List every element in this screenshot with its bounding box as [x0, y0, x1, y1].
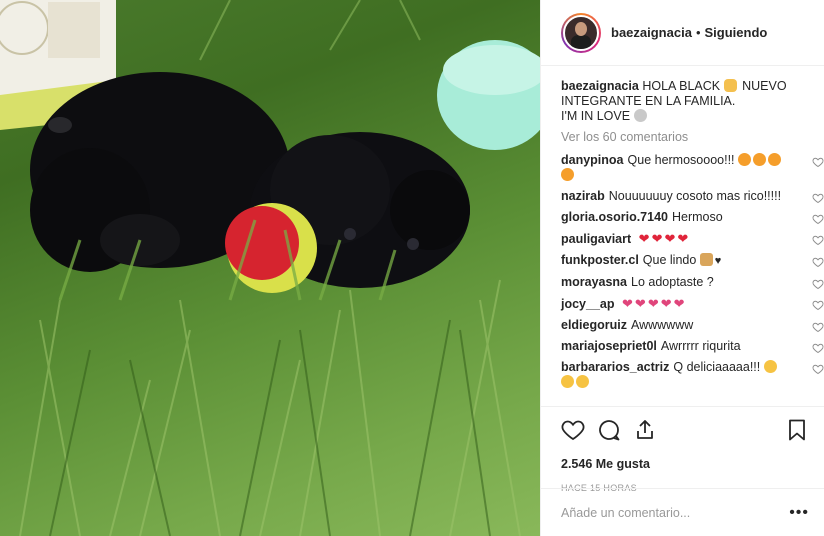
red-heart-emoji: ❤: [651, 231, 663, 246]
comment-text: Lo adoptaste ?: [631, 275, 714, 289]
post-header: baezaignacia • Siguiendo: [541, 0, 824, 66]
comment-row: funkposter.cl Que lindo ♥: [561, 250, 824, 272]
likes-count[interactable]: 2.546 Me gusta: [561, 457, 809, 471]
comment-text: Que hermosoooo!!!: [627, 153, 735, 167]
comment-text: Awrrrrr riqurita: [660, 339, 741, 353]
clapping-hands-emoji: [723, 79, 737, 92]
like-comment-heart-icon[interactable]: [812, 342, 824, 354]
bookmark-icon[interactable]: [785, 418, 809, 442]
comment-username[interactable]: pauligaviart: [561, 232, 631, 246]
share-icon[interactable]: [633, 418, 657, 442]
heart-arrow-emoji: ❤: [673, 296, 685, 311]
heart-arrow-emoji: ❤: [647, 296, 659, 311]
tennis-ball: [225, 203, 317, 293]
like-comment-heart-icon[interactable]: [812, 278, 824, 290]
black-heart-emoji: ♥: [714, 255, 722, 267]
comment-row: pauligaviart ❤ ❤ ❤ ❤: [561, 228, 824, 250]
comment-row: jocy__ap ❤ ❤ ❤ ❤ ❤: [561, 293, 824, 315]
comment-row: nazirab Nouuuuuuy cosoto mas rico!!!!!: [561, 186, 824, 207]
like-comment-heart-icon[interactable]: [812, 321, 824, 333]
like-comment-heart-icon[interactable]: [812, 192, 824, 204]
dog-emoji: [699, 253, 713, 266]
comment-username[interactable]: danypinoa: [561, 153, 624, 167]
cat-heart-eyes-emoji: [753, 153, 767, 166]
comment-text: Q deliciaaaaa!!!: [673, 360, 761, 374]
more-options-icon[interactable]: •••: [789, 504, 809, 522]
comment-username[interactable]: jocy__ap: [561, 297, 615, 311]
add-comment-input[interactable]: [561, 505, 790, 520]
comment-username[interactable]: barbararios_actriz: [561, 360, 669, 374]
view-all-comments-link[interactable]: Ver los 60 comentarios: [561, 130, 824, 144]
comments-section[interactable]: baezaignacia HOLA BLACK NUEVO INTEGRANTE…: [541, 66, 824, 406]
comment-text: Awwwwww: [630, 318, 694, 332]
heart-arrow-emoji: ❤: [634, 296, 646, 311]
dog-face-emoji: [633, 109, 647, 122]
like-comment-heart-icon[interactable]: [812, 156, 824, 168]
comment-text: Que lindo: [642, 253, 697, 267]
post-sidebar: baezaignacia • Siguiendo baezaignacia HO…: [540, 0, 824, 536]
red-heart-emoji: ❤: [677, 231, 689, 246]
cat-heart-eyes-emoji: [561, 168, 574, 181]
post-photo[interactable]: [0, 0, 540, 536]
red-heart-emoji: ❤: [638, 231, 650, 246]
comment-username[interactable]: nazirab: [561, 189, 605, 203]
comment-row: eldiegoruiz Awwwwww: [561, 315, 824, 336]
comment-row: danypinoa Que hermosoooo!!!: [561, 150, 824, 186]
comment-row: gloria.osorio.7140 Hermoso: [561, 207, 824, 228]
like-heart-icon[interactable]: [561, 418, 585, 442]
smiling-face-emoji: [576, 375, 589, 388]
comment-bubble-icon[interactable]: [597, 418, 621, 442]
header-username[interactable]: baezaignacia: [611, 25, 692, 40]
like-comment-heart-icon[interactable]: [812, 363, 824, 375]
cat-heart-eyes-emoji: [738, 153, 752, 166]
comment-text: Nouuuuuuy cosoto mas rico!!!!!: [608, 189, 782, 203]
photo-illustration: [0, 0, 540, 536]
caption-username[interactable]: baezaignacia: [561, 79, 639, 93]
comment-row: morayasna Lo adoptaste ?: [561, 272, 824, 293]
separator-dot: •: [695, 25, 701, 40]
add-comment-bar: •••: [541, 488, 824, 536]
like-comment-heart-icon[interactable]: [812, 213, 824, 225]
comment-row: mariajosepriet0l Awrrrrr riqurita: [561, 336, 824, 357]
comment-text: Hermoso: [671, 210, 723, 224]
heart-arrow-emoji: ❤: [660, 296, 672, 311]
red-heart-emoji: ❤: [664, 231, 676, 246]
caption-text-3: I'M IN LOVE: [561, 109, 631, 123]
comment-username[interactable]: mariajosepriet0l: [561, 339, 657, 353]
smiling-face-emoji: [763, 360, 777, 373]
like-comment-heart-icon[interactable]: [812, 234, 824, 246]
cat-heart-eyes-emoji: [768, 153, 782, 166]
comment-username[interactable]: gloria.osorio.7140: [561, 210, 668, 224]
post-caption: baezaignacia HOLA BLACK NUEVO INTEGRANTE…: [561, 79, 791, 124]
avatar[interactable]: [561, 12, 601, 53]
comment-row: barbararios_actriz Q deliciaaaaa!!!: [561, 357, 824, 393]
comment-username[interactable]: morayasna: [561, 275, 627, 289]
like-comment-heart-icon[interactable]: [812, 256, 824, 268]
following-button[interactable]: Siguiendo: [705, 25, 768, 40]
heart-arrow-emoji: ❤: [622, 296, 633, 311]
smiling-face-emoji: [561, 375, 574, 388]
comment-username[interactable]: funkposter.cl: [561, 253, 639, 267]
comment-username[interactable]: eldiegoruiz: [561, 318, 627, 332]
like-comment-heart-icon[interactable]: [812, 299, 824, 311]
caption-text-1: HOLA BLACK: [642, 79, 721, 93]
